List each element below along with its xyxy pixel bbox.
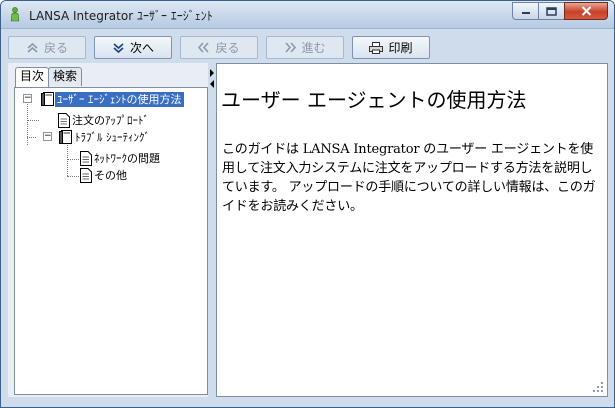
next-button[interactable]: 次へ (94, 36, 172, 59)
back-button[interactable]: 戻る (180, 36, 258, 59)
double-chevron-down-icon (113, 42, 124, 53)
back-button-label: 戻る (215, 41, 240, 55)
content-title: ユーザー エージェントの使用方法 (221, 88, 527, 112)
resize-grip-icon[interactable] (593, 382, 603, 392)
book-icon (41, 91, 54, 106)
page-icon (80, 150, 92, 166)
contents-tree: − ﾕｰｻﾞｰ ｴｰｼﾞｪﾝﾄの使用方法 注文のｱｯﾌﾟﾛｰﾄﾞ − ﾄﾗﾌﾞﾙ… (14, 87, 208, 395)
double-chevron-up-icon (27, 42, 38, 53)
print-button[interactable]: 印刷 (352, 36, 430, 59)
window-title: LANSA Integrator ﾕｰｻﾞｰ ｴｰｼﾞｪﾝﾄ (29, 9, 213, 23)
hide-button[interactable]: 戻る (8, 36, 86, 59)
tab-search[interactable]: 検索 (48, 67, 83, 86)
window-controls (512, 2, 608, 21)
content-body: このガイドは LANSA Integrator のユーザー エージェントを使用し… (222, 142, 596, 214)
next-button-label: 次へ (129, 41, 154, 55)
page-icon (80, 167, 92, 183)
tree-item-troubleshooting[interactable]: ﾄﾗﾌﾞﾙ ｼｭｰﾃｨﾝｸﾞ (59, 129, 152, 145)
forward-button-label: 進む (301, 41, 326, 55)
tree-item-other[interactable]: その他 (80, 167, 129, 183)
close-icon (581, 6, 591, 16)
tree-item-upload-label: 注文のｱｯﾌﾟﾛｰﾄﾞ (72, 113, 149, 127)
collapse-troubleshooting-icon[interactable]: − (43, 132, 52, 141)
tree-item-other-label: その他 (94, 168, 127, 182)
pane-splitter[interactable] (208, 63, 216, 397)
toolbar: 戻る 次へ 戻る 進む 印刷 (6, 32, 609, 62)
content-pane: ユーザー エージェントの使用方法 このガイドは LANSA Integrator… (216, 63, 608, 397)
tree-item-network-label: ﾈｯﾄﾜｰｸの問題 (94, 151, 160, 165)
print-button-label: 印刷 (388, 41, 413, 55)
maximize-button[interactable] (538, 2, 564, 20)
app-window: LANSA Integrator ﾕｰｻﾞｰ ｴｰｼﾞｪﾝﾄ 戻る 次へ 戻る (0, 0, 615, 408)
hide-button-label: 戻る (43, 41, 68, 55)
book-icon (59, 129, 72, 144)
forward-button[interactable]: 進む (266, 36, 344, 59)
splitter-arrows-icon (210, 69, 214, 88)
printer-icon (369, 41, 384, 54)
maximize-icon (546, 6, 557, 16)
navigation-pane: 目次 検索 − ﾕｰｻﾞｰ ｴｰｼﾞｪﾝﾄの使用方法 注文のｱｯﾌﾟﾛｰﾄﾞ − (8, 63, 208, 397)
app-icon (10, 7, 20, 22)
title-bar[interactable]: LANSA Integrator ﾕｰｻﾞｰ ｴｰｼﾞｪﾝﾄ (1, 1, 614, 29)
tab-contents[interactable]: 目次 (15, 67, 50, 87)
double-chevron-left-icon (198, 42, 210, 53)
tree-item-network[interactable]: ﾈｯﾄﾜｰｸの問題 (80, 150, 162, 166)
tree-item-troubleshooting-label: ﾄﾗﾌﾞﾙ ｼｭｰﾃｨﾝｸﾞ (75, 130, 150, 144)
nav-tabs: 目次 検索 (15, 67, 83, 87)
page-icon (58, 112, 70, 128)
tree-item-root-label: ﾕｰｻﾞｰ ｴｰｼﾞｪﾝﾄの使用方法 (55, 91, 184, 107)
close-button[interactable] (564, 2, 608, 20)
collapse-root-icon[interactable]: − (23, 94, 32, 103)
minimize-button[interactable] (512, 2, 538, 20)
double-chevron-right-icon (285, 42, 297, 53)
tree-item-upload[interactable]: 注文のｱｯﾌﾟﾛｰﾄﾞ (58, 112, 151, 128)
minimize-icon (521, 12, 530, 14)
tree-item-root[interactable]: ﾕｰｻﾞｰ ｴｰｼﾞｪﾝﾄの使用方法 (41, 91, 184, 107)
